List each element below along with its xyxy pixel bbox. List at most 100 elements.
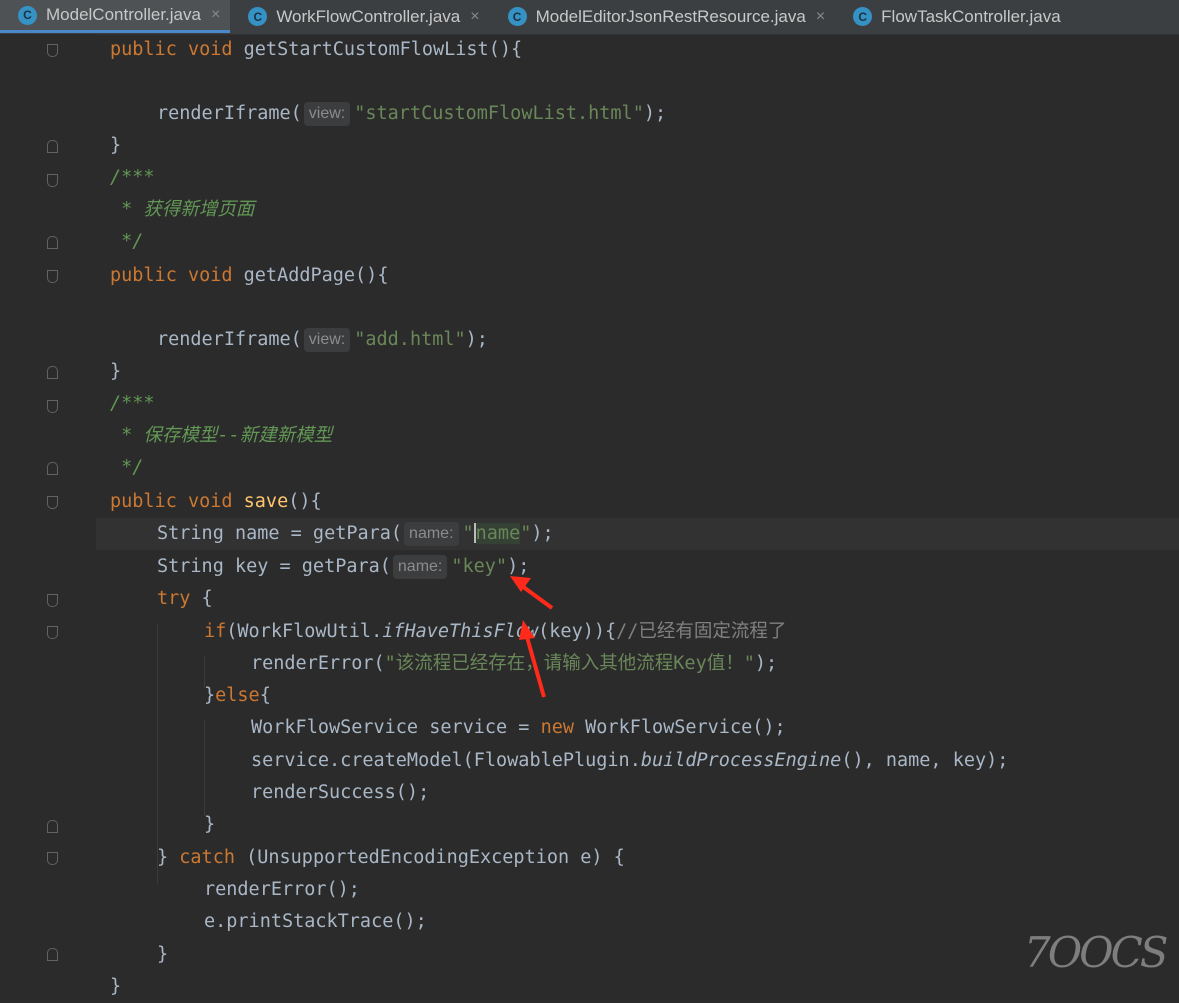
code-token: "add.html" [354,329,466,350]
code-token: } [157,944,169,965]
close-icon[interactable]: × [470,8,479,26]
code-token: renderSuccess(); [251,782,430,803]
code-token: if [204,621,227,642]
code-token: " [462,523,474,544]
code-line-23: service.createModel(FlowablePlugin.build… [251,745,1008,777]
code-token: (key)){ [538,621,617,642]
code-line-14: */ [110,452,143,484]
fold-marker-icon[interactable] [47,366,58,379]
fold-marker-icon[interactable] [47,270,58,283]
tab-label: ModelController.java [46,5,201,24]
code-token: //已经有固定流程了 [616,621,787,642]
code-line-26: } catch (UnsupportedEncodingException e)… [157,842,625,874]
code-line-27: renderError(); [204,874,360,906]
code-token: (){ [488,39,523,60]
code-token: "该流程已经存在，请输入其他流程Key值！" [384,653,755,674]
close-icon[interactable]: × [211,6,220,24]
tab-model-controller[interactable]: C ModelController.java × [0,0,231,33]
code-token: new [540,717,575,738]
code-token: } [110,976,122,997]
code-line-30: } [110,971,121,1003]
code-token: * 获得新增页面 [110,199,255,220]
fold-marker-icon[interactable] [47,236,58,249]
code-token: "key" [451,556,508,577]
fold-marker-icon[interactable] [47,852,58,865]
tab-workflow-controller[interactable]: C WorkFlowController.java × [230,0,489,33]
code-token: e.printStackTrace(); [204,911,427,932]
parameter-hint: view: [303,102,351,126]
code-line-3: renderIframe(view: "startCustomFlowList.h… [157,98,666,130]
fold-marker-icon[interactable] [47,626,58,639]
code-token: ifHaveThisFlow [382,621,539,642]
code-token: (UnsupportedEncodingException e) { [234,847,625,868]
code-token: } [110,135,122,156]
parameter-hint: name: [404,522,459,546]
code-line-12: /*** [110,388,155,420]
code-token: (WorkFlowUtil. [226,621,383,642]
code-line-18: try { [157,583,213,615]
code-token: try [157,588,191,609]
code-token: String name = getPara( [157,523,403,544]
code-token: save [243,491,289,512]
fold-marker-icon[interactable] [47,496,58,509]
class-c-icon: C [248,7,268,26]
code-line-24: renderSuccess(); [251,777,429,809]
code-token: service.createModel(FlowablePlugin. [251,750,641,771]
code-token: { [190,588,213,609]
editor-gutter [0,34,96,990]
tab-flow-task-controller[interactable]: C FlowTaskController.java [835,0,1071,33]
class-c-icon: C [853,7,873,26]
close-icon[interactable]: × [816,8,825,26]
fold-marker-icon[interactable] [47,948,58,961]
parameter-hint: name: [392,555,448,579]
code-line-4: } [110,130,121,162]
code-token: renderError( [251,653,385,674]
code-token: } [204,814,216,835]
code-token: * 保存模型--新建新模型 [110,425,333,446]
code-line-25: } [204,809,215,841]
class-c-icon: C [18,5,37,25]
code-token: public void [110,265,244,286]
code-token: { [259,685,271,706]
code-token: (){ [288,491,322,512]
tab-label: FlowTaskController.java [881,6,1061,26]
code-token: catch [179,847,235,868]
fold-marker-icon[interactable] [47,44,58,57]
fold-marker-icon[interactable] [47,400,58,413]
code-line-6: * 获得新增页面 [110,194,254,226]
tab-label: ModelEditorJsonRestResource.java [535,6,806,26]
code-token: } [204,685,216,706]
fold-marker-icon[interactable] [47,820,58,833]
tab-model-editor-json-rest-resource[interactable]: C ModelEditorJsonRestResource.java × [490,0,836,33]
code-line-16: String name = getPara(name: " name"); [157,518,554,550]
fold-marker-icon[interactable] [47,462,58,475]
code-line-22: WorkFlowService service = new WorkFlowSe… [251,712,786,744]
code-line-17: String key = getPara(name: "key"); [157,551,529,583]
code-token: */ [110,231,144,252]
code-token: getStartCustomFlowList [243,39,489,60]
code-token: public void [110,39,244,60]
code-line-29: } [157,939,168,971]
code-token: ); [643,103,667,124]
parameter-hint: view: [303,328,351,352]
code-token: ); [754,653,778,674]
code-line-15: public void save(){ [110,486,322,518]
code-line-11: } [110,356,121,388]
code-token: } [157,847,180,868]
code-token: (), name, key); [841,750,1009,771]
code-token: renderIframe( [157,103,302,124]
fold-marker-icon[interactable] [47,594,58,607]
code-line-20: renderError("该流程已经存在，请输入其他流程Key值！"); [251,648,777,680]
code-editor[interactable]: public void getStartCustomFlowList(){ re… [0,34,1179,997]
code-line-13: * 保存模型--新建新模型 [110,420,332,452]
code-token: "startCustomFlowList.html" [354,103,644,124]
fold-marker-icon[interactable] [47,174,58,187]
code-line-19: if(WorkFlowUtil.ifHaveThisFlow(key)){//已… [204,616,786,648]
fold-marker-icon[interactable] [47,140,58,153]
code-line-7: */ [110,226,143,258]
code-token: renderIframe( [157,329,302,350]
code-token: getAddPage [243,265,356,286]
watermark-logo: 7OOCS [1024,928,1169,977]
code-token: renderError(); [204,879,360,900]
editor-tab-bar: C ModelController.java × C WorkFlowContr… [0,0,1179,35]
